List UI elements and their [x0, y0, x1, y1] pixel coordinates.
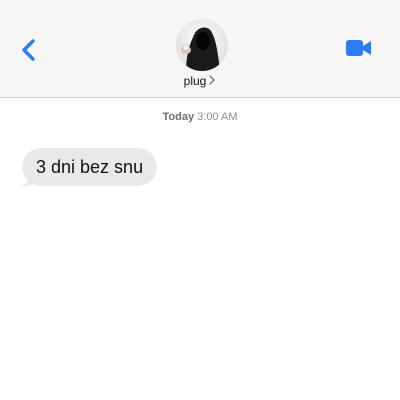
hooded-figure-avatar-image	[176, 19, 228, 71]
timestamp-day: Today	[162, 111, 195, 123]
contact-name-row[interactable]: plug	[0, 73, 400, 91]
message-timestamp: Today 3:00 AM	[0, 111, 400, 123]
contact-avatar[interactable]	[176, 19, 228, 71]
chevron-right-icon	[208, 74, 216, 88]
incoming-message-bubble[interactable]: 3 dni bez snu	[22, 148, 158, 186]
chevron-left-icon	[22, 39, 35, 61]
conversation-header: plug	[0, 0, 400, 98]
timestamp-time: 3:00 AM	[197, 111, 238, 123]
back-button[interactable]	[18, 36, 40, 64]
video-camera-icon	[346, 40, 371, 56]
contact-name: plug	[183, 73, 207, 88]
video-call-button[interactable]	[345, 38, 373, 58]
